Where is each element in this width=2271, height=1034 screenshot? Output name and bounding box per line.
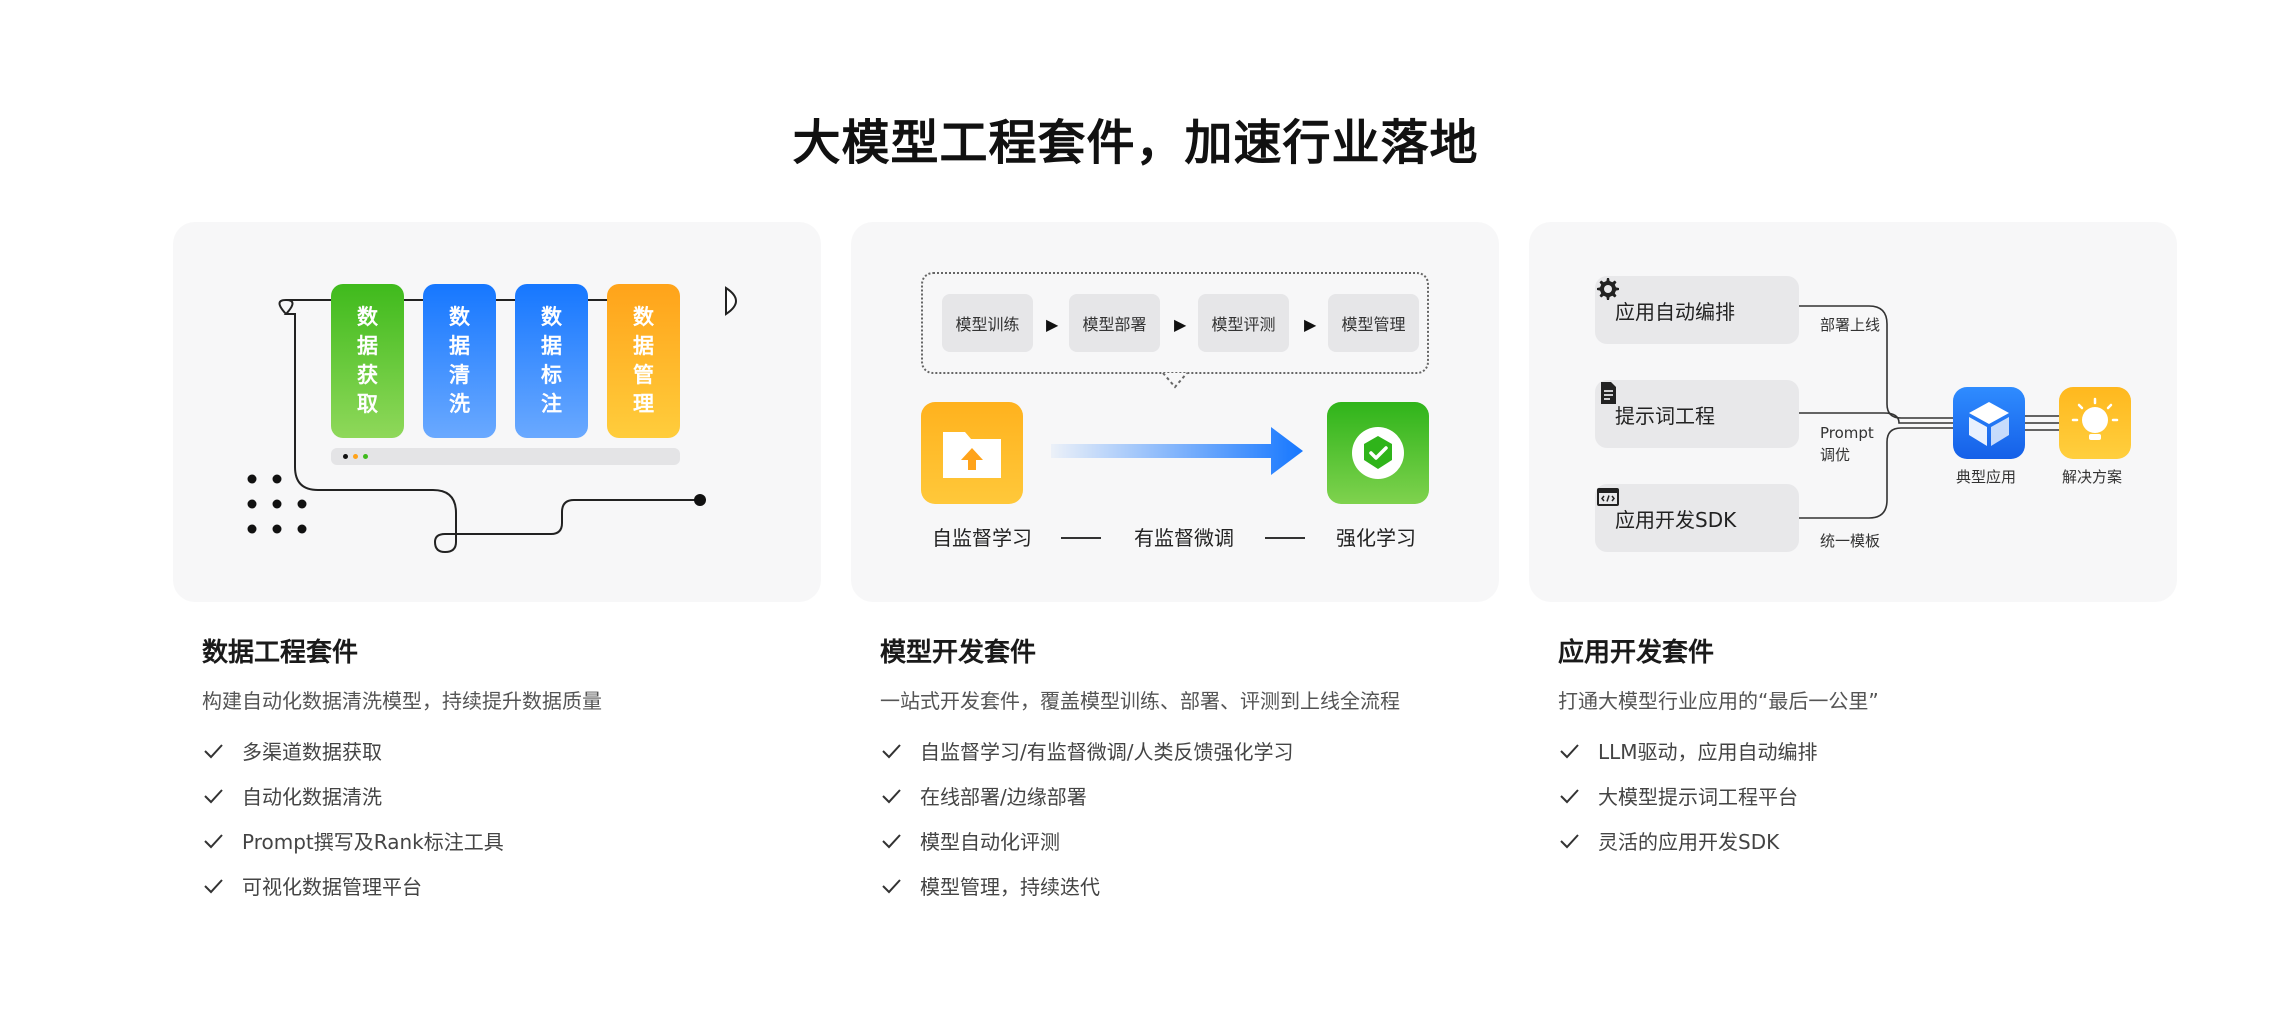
list-item: 自动化数据清洗: [202, 773, 822, 818]
gear-icon: [1597, 278, 1619, 300]
label-deploy-online: 部署上线: [1820, 316, 1881, 334]
app-development-section: 应用开发套件 打通大模型行业应用的“最后一公里” LLM驱动，应用自动编排 大模…: [1558, 632, 2178, 863]
list-item: LLM驱动，应用自动编排: [1558, 728, 2178, 773]
stage-data-acquisition: 数据获取: [331, 284, 404, 438]
data-pipeline-lines: [247, 286, 737, 554]
model-development-section: 模型开发套件 一站式开发套件，覆盖模型训练、部署、评测到上线全流程 自监督学习/…: [880, 632, 1500, 908]
page-title: 大模型工程套件，加速行业落地: [792, 115, 1479, 171]
label-typical-app: 典型应用: [1956, 468, 2017, 486]
flow-step-evaluation: 模型评测: [1198, 294, 1289, 352]
lightbulb-icon: [2059, 387, 2131, 459]
chip-app-sdk: 应用开发SDK: [1595, 484, 1799, 552]
progress-arrow: [1051, 427, 1303, 475]
list-item: 大模型提示词工程平台: [1558, 773, 2178, 818]
data-engineering-section: 数据工程套件 构建自动化数据清洗模型，持续提升数据质量 多渠道数据获取 自动化数…: [202, 632, 822, 908]
stage-data-labeling: 数据标注: [515, 284, 588, 438]
section-title: 应用开发套件: [1558, 638, 1715, 668]
section-description: 打通大模型行业应用的“最后一公里”: [1558, 689, 1879, 713]
list-item: 模型自动化评测: [880, 818, 1500, 863]
section-description: 一站式开发套件，覆盖模型训练、部署、评测到上线全流程: [880, 689, 1400, 713]
list-item: 灵活的应用开发SDK: [1558, 818, 2178, 863]
dot-grid-decoration: [247, 474, 307, 534]
list-item: Prompt撰写及Rank标注工具: [202, 818, 822, 863]
flow-step-training: 模型训练: [942, 294, 1033, 352]
list-item: 多渠道数据获取: [202, 728, 822, 773]
app-development-illustration: 应用自动编排 提示词工程 应用开发SDK 部署上线 Prompt 调优 统一模板: [1529, 222, 2177, 602]
flow-step-management: 模型管理: [1328, 294, 1419, 352]
check-icon: [1560, 833, 1579, 848]
check-icon: [882, 788, 901, 803]
check-icon: [1560, 788, 1579, 803]
flow-arrow-icon: ▶: [1046, 315, 1059, 334]
check-icon: [882, 878, 901, 893]
feature-list: 多渠道数据获取 自动化数据清洗 Prompt撰写及Rank标注工具 可视化数据管…: [202, 728, 822, 908]
check-icon: [204, 788, 223, 803]
flow-arrow-icon: ▶: [1174, 315, 1187, 334]
check-icon: [204, 833, 223, 848]
list-item: 自监督学习/有监督微调/人类反馈强化学习: [880, 728, 1500, 773]
feature-list: 自监督学习/有监督微调/人类反馈强化学习 在线部署/边缘部署 模型自动化评测 模…: [880, 728, 1500, 908]
section-title: 数据工程套件: [202, 638, 359, 668]
stage-data-cleaning: 数据清洗: [423, 284, 496, 438]
section-title: 模型开发套件: [880, 638, 1037, 668]
label-unified-template: 统一模板: [1820, 532, 1881, 550]
check-icon: [204, 743, 223, 758]
check-icon: [1560, 743, 1579, 758]
flow-arrow-icon: ▶: [1304, 315, 1317, 334]
list-item: 可视化数据管理平台: [202, 863, 822, 908]
check-icon: [204, 878, 223, 893]
label-self-supervised: 自监督学习: [932, 526, 1032, 550]
list-item: 在线部署/边缘部署: [880, 773, 1500, 818]
model-development-illustration: 模型训练 ▶ 模型部署 ▶ 模型评测 ▶ 模型管理 自监督学习 有监督微调 强化…: [851, 222, 1499, 602]
stage-data-management: 数据管理: [607, 284, 680, 438]
label-tuning: 调优: [1820, 446, 1851, 464]
shield-check-icon: [1327, 402, 1429, 504]
label-prompt: Prompt: [1820, 424, 1874, 442]
list-item: 模型管理，持续迭代: [880, 863, 1500, 908]
data-engineering-illustration: 数据获取 数据清洗 数据标注 数据管理: [173, 222, 821, 602]
flow-step-deployment: 模型部署: [1069, 294, 1160, 352]
label-solution: 解决方案: [2062, 468, 2123, 486]
check-icon: [882, 833, 901, 848]
chip-app-orchestration: 应用自动编排: [1595, 276, 1799, 344]
folder-upload-icon: [921, 402, 1023, 504]
check-icon: [882, 743, 901, 758]
label-supervised-finetune: 有监督微调: [1134, 526, 1234, 550]
feature-list: LLM驱动，应用自动编排 大模型提示词工程平台 灵活的应用开发SDK: [1558, 728, 2178, 863]
cube-icon: [1953, 387, 2025, 459]
section-description: 构建自动化数据清洗模型，持续提升数据质量: [202, 689, 602, 713]
chip-prompt-engineering: 提示词工程: [1595, 380, 1799, 448]
label-reinforcement: 强化学习: [1336, 526, 1416, 550]
code-window-icon: [1597, 488, 1619, 506]
document-icon: [1601, 382, 1616, 404]
window-control-bar: [331, 448, 680, 465]
